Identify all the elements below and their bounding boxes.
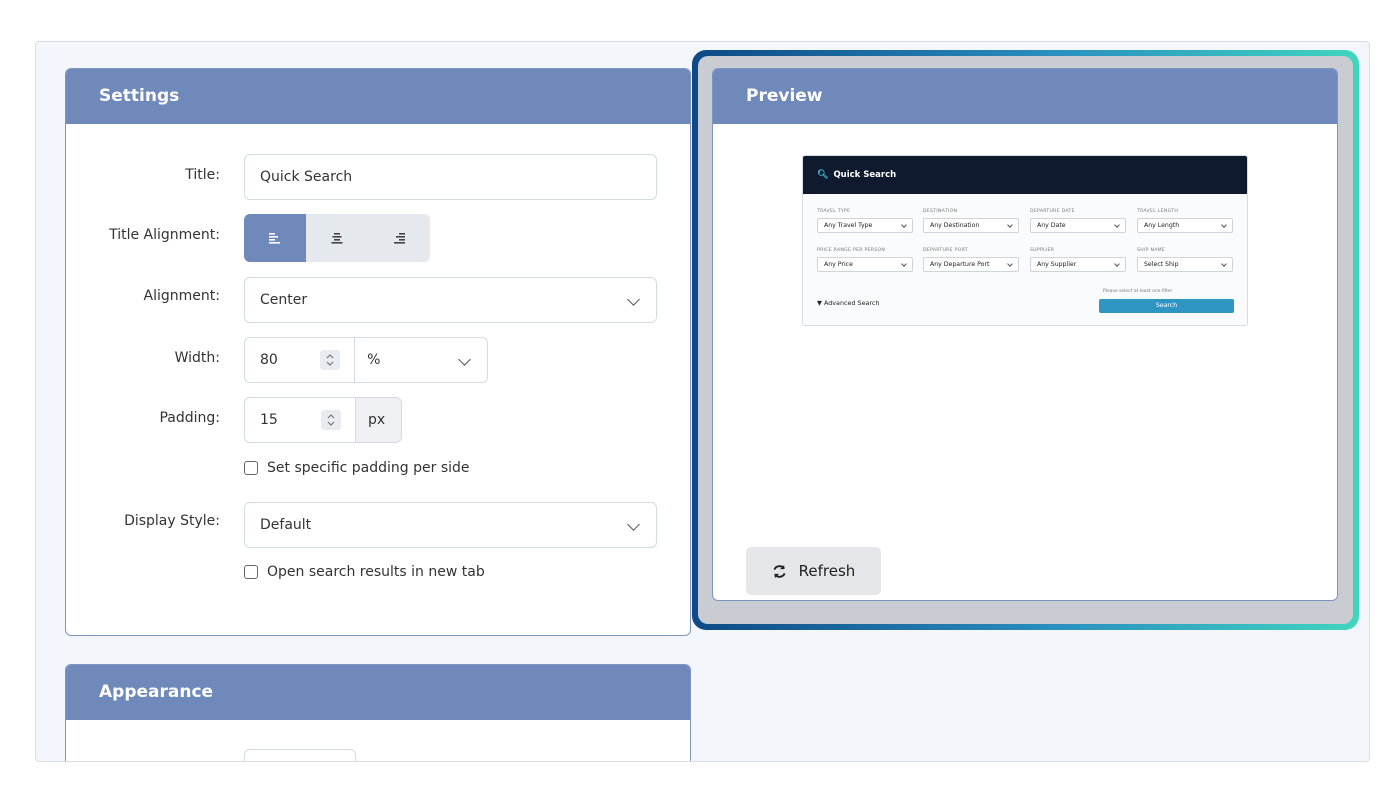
search-icon: 🔍︎	[817, 170, 829, 180]
padding-per-side-checkbox[interactable]: Set specific padding per side	[244, 460, 470, 476]
widget-field: DEPARTURE PORT Any Departure Port	[923, 248, 1019, 272]
padding-value: 15	[260, 412, 278, 428]
width-label: Width:	[174, 350, 220, 366]
preview-panel: Preview 🔍︎ Quick Search TRAVEL TYPE Any T…	[712, 68, 1338, 601]
display-style-label: Display Style:	[124, 513, 220, 529]
chevron-down-icon	[458, 353, 471, 366]
appearance-field[interactable]	[244, 749, 356, 761]
widget-title: Quick Search	[833, 170, 897, 180]
new-tab-checkbox[interactable]: Open search results in new tab	[244, 564, 485, 580]
title-input[interactable]: Quick Search	[244, 154, 657, 200]
widget-field: TRAVEL TYPE Any Travel Type	[817, 209, 913, 233]
widget-field: SUPPLIER Any Supplier	[1030, 248, 1126, 272]
widget-field: SHIP NAME Select Ship	[1137, 248, 1233, 272]
alignment-label: Alignment:	[143, 288, 220, 304]
width-unit-select[interactable]: %	[354, 338, 487, 382]
refresh-icon	[773, 564, 786, 578]
refresh-label: Refresh	[798, 562, 856, 580]
appearance-panel: Appearance	[65, 664, 691, 761]
alignment-value: Center	[260, 292, 308, 308]
alignment-select[interactable]: Center	[244, 277, 657, 323]
app-window: Settings Title: Quick Search Title Align…	[35, 41, 1370, 762]
width-control: 80 %	[244, 337, 488, 383]
title-label: Title:	[185, 167, 220, 183]
width-value: 80	[260, 352, 278, 368]
title-alignment-label: Title Alignment:	[109, 227, 220, 243]
preview-header: Preview	[713, 69, 1337, 124]
padding-label: Padding:	[159, 410, 220, 426]
width-unit-value: %	[367, 352, 381, 368]
align-right-icon	[394, 232, 405, 244]
padding-input[interactable]: 15	[245, 398, 355, 442]
display-style-select[interactable]: Default	[244, 502, 657, 548]
stepper-icon[interactable]	[321, 410, 341, 430]
width-input[interactable]: 80	[245, 338, 354, 382]
padding-control: 15 px	[244, 397, 402, 443]
align-left-button[interactable]	[244, 214, 306, 262]
widget-field: DEPARTURE DATE Any Date	[1030, 209, 1126, 233]
padding-per-side-label: Set specific padding per side	[267, 460, 470, 476]
title-alignment-group	[244, 214, 430, 262]
search-widget-preview: 🔍︎ Quick Search TRAVEL TYPE Any Travel Ty…	[802, 155, 1248, 326]
settings-header: Settings	[66, 69, 690, 124]
filter-hint: Please select at least one filter	[1103, 289, 1173, 294]
align-right-button[interactable]	[368, 214, 430, 262]
chevron-down-icon	[627, 293, 640, 306]
checkbox-icon	[244, 565, 258, 579]
new-tab-label: Open search results in new tab	[267, 564, 485, 580]
widget-search-button: Search	[1099, 299, 1234, 313]
widget-header: 🔍︎ Quick Search	[803, 156, 1247, 194]
appearance-header: Appearance	[66, 665, 690, 720]
chevron-down-icon	[627, 518, 640, 531]
widget-field: PRICE RANGE PER PERSON Any Price	[817, 248, 913, 272]
padding-unit: px	[355, 398, 401, 442]
align-center-icon	[331, 232, 343, 244]
widget-field: DESTINATION Any Destination	[923, 209, 1019, 233]
display-style-value: Default	[260, 517, 312, 533]
align-left-icon	[269, 232, 280, 244]
stepper-icon[interactable]	[320, 350, 341, 370]
align-center-button[interactable]	[306, 214, 368, 262]
refresh-button[interactable]: Refresh	[746, 547, 881, 595]
checkbox-icon	[244, 461, 258, 475]
settings-panel: Settings Title: Quick Search Title Align…	[65, 68, 691, 636]
advanced-search-link: ▼ Advanced Search	[817, 299, 880, 307]
widget-field: TRAVEL LENGTH Any Length	[1137, 209, 1233, 233]
